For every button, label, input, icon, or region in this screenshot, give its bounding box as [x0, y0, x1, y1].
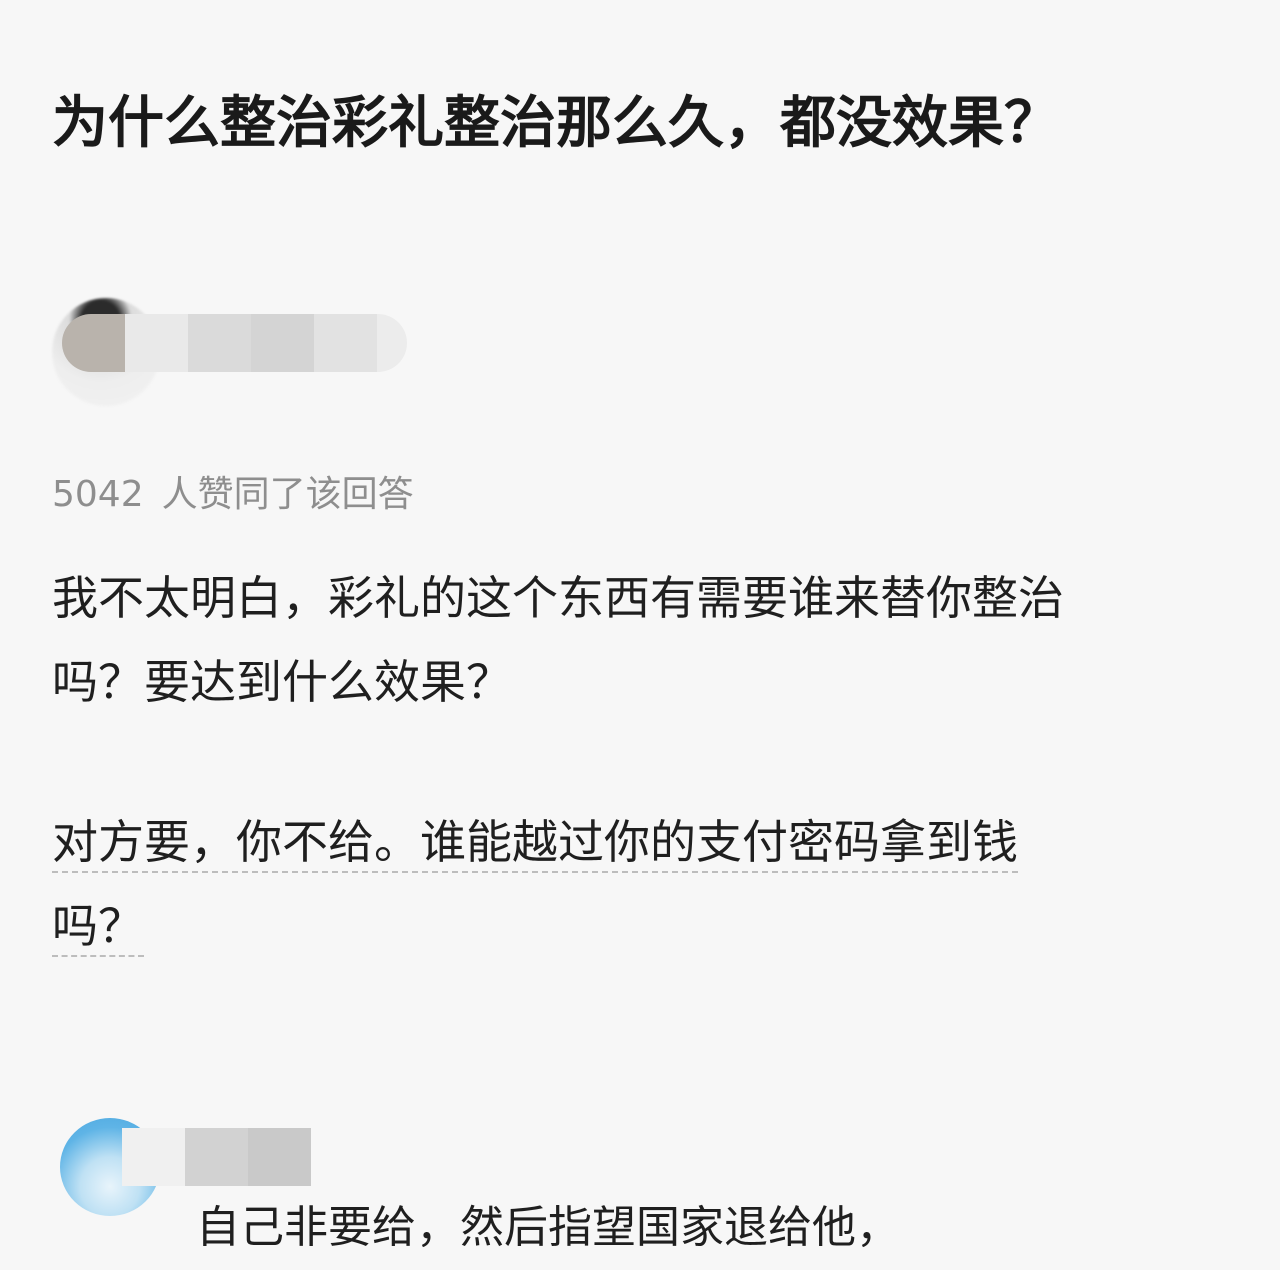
answer-line-underlined[interactable]: 对方要，你不给。谁能越过你的支付密码拿到钱: [52, 815, 1018, 873]
reply-text: 自己非要给，然后指望国家退给他，: [196, 1202, 900, 1253]
vote-count-number: 5042: [52, 474, 144, 515]
answer-line: 我不太明白，彩礼的这个东西有需要谁来替你整治: [52, 571, 1064, 625]
answer-paragraph-highlighted[interactable]: 对方要，你不给。谁能越过你的支付密码拿到钱 吗？: [52, 800, 1232, 968]
answer-line: 吗？要达到什么效果？: [52, 655, 512, 709]
vote-count: 5042 人赞同了该回答: [52, 470, 414, 520]
answer-paragraph: 我不太明白，彩礼的这个东西有需要谁来替你整治 吗？要达到什么效果？: [52, 556, 1232, 724]
answer-author[interactable]: [52, 296, 432, 408]
author-name-redacted[interactable]: [62, 314, 407, 372]
vote-count-label: 人赞同了该回答: [161, 474, 414, 515]
reply-author-name-redacted[interactable]: [122, 1128, 311, 1186]
question-title[interactable]: 为什么整治彩礼整治那么久，都没效果？: [52, 88, 1232, 160]
answer-line-underlined[interactable]: 吗？: [52, 899, 144, 957]
